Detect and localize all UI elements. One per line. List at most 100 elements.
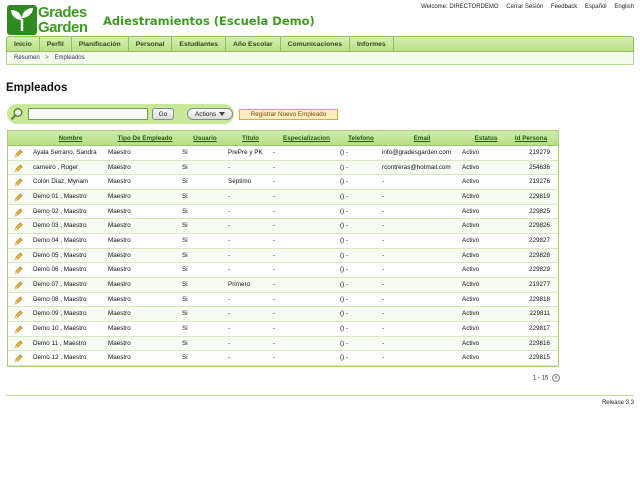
edit-cell[interactable] [8, 219, 33, 233]
table-row[interactable]: Demo 02 , Maestro Maestro Si - - () - - Activo 2… [8, 205, 558, 220]
edit-cell[interactable] [8, 190, 33, 204]
edit-cell[interactable] [8, 263, 33, 277]
table-row[interactable]: Colón Díaz, Myriam Maestro Si Septimo - () - -… [8, 175, 558, 190]
pencil-icon[interactable] [14, 354, 23, 363]
cell-especializacion: - [273, 236, 276, 244]
table-body: Ayala Serrano, Sandra Maestro Si PrePre y P… [8, 146, 558, 366]
cell-usuario: Si [182, 280, 188, 288]
edit-cell[interactable] [8, 322, 33, 336]
pencil-icon[interactable] [14, 237, 23, 246]
cell-nombre: Colón Díaz, Myriam [33, 178, 89, 186]
logout-link[interactable]: Cerrar Sesión [506, 4, 543, 10]
edit-cell[interactable] [8, 249, 33, 263]
pencil-icon[interactable] [14, 164, 23, 173]
table-row[interactable]: Demo 12 , Maestro Maestro Si - - () - - Activo 2… [8, 351, 558, 366]
edit-cell[interactable] [8, 146, 33, 160]
table-row[interactable]: Demo 08 , Maestro Maestro Si - - () - - Activo 2… [8, 293, 558, 308]
header-email[interactable]: Email [382, 131, 462, 145]
edit-cell[interactable] [8, 337, 33, 351]
logo[interactable]: Grades Garden [7, 5, 95, 36]
edit-cell[interactable] [8, 205, 33, 219]
nav-item-inicio[interactable]: Inicio [7, 37, 40, 51]
pencil-icon[interactable] [14, 340, 23, 349]
cell-email: - [382, 354, 385, 362]
cell-id-persona: 229816 [528, 339, 550, 347]
cell-estatus: Activo [462, 280, 480, 288]
cell-telefono: () - [340, 266, 349, 274]
cell-titulo: - [228, 236, 231, 244]
header-estatus[interactable]: Estatus [462, 131, 510, 145]
chevron-right-icon[interactable]: › [552, 374, 561, 382]
table-row[interactable]: Demo 07 , Maestro Maestro Si Primero - () - - A… [8, 277, 558, 293]
table-row[interactable]: Demo 05 , Maestro Maestro Si - - () - - Activo 2… [8, 248, 558, 264]
nav-item-ano-escolar[interactable]: Año Escolar [226, 37, 281, 51]
nav-item-perfil[interactable]: Perfil [40, 37, 72, 51]
edit-cell[interactable] [8, 307, 33, 321]
search-input[interactable] [28, 108, 148, 120]
nav-item-planificacion[interactable]: Planificación [72, 37, 129, 51]
pencil-icon[interactable] [14, 149, 23, 158]
nav-item-informes[interactable]: Informes [350, 37, 394, 51]
header-tipo-empleado[interactable]: Tipo De Empleado [108, 131, 182, 145]
breadcrumb-separator: > [45, 55, 49, 61]
spanish-link[interactable]: Español [585, 4, 607, 10]
english-link[interactable]: English [614, 4, 634, 10]
edit-cell[interactable] [8, 278, 33, 292]
cell-especializacion: - [273, 163, 276, 171]
table-row[interactable]: Ayala Serrano, Sandra Maestro Si PrePre y P… [8, 146, 558, 161]
table-row[interactable]: Demo 09 , Maestro Maestro Si - - () - - Activo 2… [8, 307, 558, 322]
pencil-icon[interactable] [14, 266, 23, 275]
edit-cell[interactable] [8, 293, 33, 307]
pencil-icon[interactable] [14, 252, 23, 261]
header-titulo[interactable]: Titulo [228, 131, 273, 145]
table-row[interactable]: carneiro , Roger Maestro Si - - () - rcontrera… [8, 160, 558, 176]
register-employee-button[interactable]: Registrar Nuevo Empleado [239, 109, 338, 120]
pencil-icon[interactable] [14, 325, 23, 334]
cell-tipo-empleado: Maestro [108, 266, 131, 274]
nav-item-estudiantes[interactable]: Estudiantes [172, 37, 226, 51]
logo-text-grades: Grades [38, 4, 87, 21]
cell-id-persona: 229826 [528, 222, 550, 230]
table-row[interactable]: Demo 01 , Maestro Maestro Si - - () - - Activo 2… [8, 189, 558, 205]
chevron-down-icon [219, 112, 226, 117]
table-row[interactable]: Demo 03 , Maestro Maestro Si - - () - - Activo 2… [8, 219, 558, 234]
nav-item-personal[interactable]: Personal [129, 37, 173, 51]
pencil-icon[interactable] [14, 281, 23, 290]
pencil-icon[interactable] [14, 222, 23, 231]
edit-cell[interactable] [8, 161, 33, 175]
feedback-link[interactable]: Feedback [551, 4, 577, 10]
pencil-icon[interactable] [14, 208, 23, 217]
edit-cell[interactable] [8, 351, 33, 365]
table-row[interactable]: Demo 06 , Maestro Maestro Si - - () - - Activo 2… [8, 263, 558, 278]
cell-titulo: - [228, 163, 231, 171]
header-nombre[interactable]: Nombre [33, 131, 108, 145]
employees-table: Nombre Tipo De Empleado Usuario Titulo E… [7, 130, 559, 367]
cell-tipo-empleado: Maestro [108, 149, 131, 156]
table-row[interactable]: Demo 04 , Maestro Maestro Si - - () - - Activo 2… [8, 234, 558, 249]
header-especializacion[interactable]: Especializacion [273, 131, 340, 145]
breadcrumb-resumen[interactable]: Resumen [14, 55, 40, 61]
header-usuario[interactable]: Usuario [182, 131, 228, 145]
cell-telefono: () - [340, 295, 349, 303]
header-id-persona[interactable]: Id Persona [510, 131, 552, 145]
cell-tipo-empleado: Maestro [108, 354, 131, 362]
pencil-icon[interactable] [14, 178, 23, 187]
main-nav: Inicio Perfil Planificación Personal Est… [6, 36, 634, 52]
search-icon [10, 108, 23, 120]
pencil-icon[interactable] [14, 296, 23, 305]
edit-cell[interactable] [8, 175, 33, 189]
go-button[interactable]: Go [152, 108, 174, 120]
cell-usuario: Si [182, 339, 188, 347]
header-telefono[interactable]: Telefono [340, 131, 382, 145]
edit-cell[interactable] [8, 234, 33, 248]
table-row[interactable]: Demo 10 , Maestro Maestro Si - - () - - Activo 2… [8, 322, 558, 337]
table-row[interactable]: Demo 11 , Maestro Maestro Si - - () - - Activo 2… [8, 336, 558, 352]
pencil-icon[interactable] [14, 193, 23, 202]
breadcrumb-current: Empleados [54, 55, 85, 61]
nav-item-comunicaciones[interactable]: Comunicaciones [281, 37, 350, 51]
cell-titulo: - [228, 324, 231, 332]
cell-id-persona: 229829 [528, 266, 550, 274]
pencil-icon[interactable] [14, 310, 23, 319]
actions-dropdown[interactable]: Actions [187, 108, 233, 120]
cell-id-persona: 254636 [528, 163, 550, 171]
